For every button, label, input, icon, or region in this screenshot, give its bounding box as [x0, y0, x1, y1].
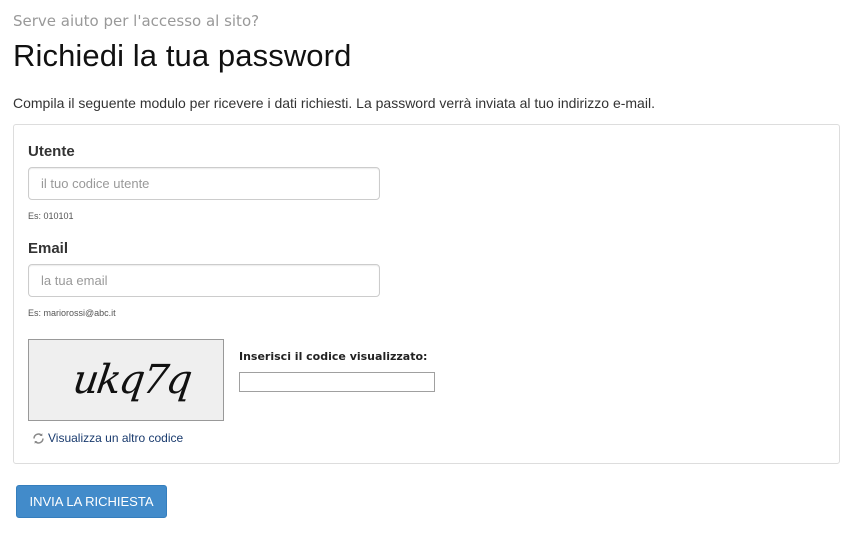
refresh-captcha-link[interactable]: Visualizza un altro codice: [32, 431, 183, 445]
page-title: Richiedi la tua password: [13, 38, 352, 73]
user-label: Utente: [28, 143, 75, 160]
password-request-page: Serve aiuto per l'accesso al sito? Richi…: [0, 0, 850, 560]
refresh-icon: [32, 432, 45, 445]
captcha-image: ukq7q: [28, 339, 224, 421]
help-title: Serve aiuto per l'accesso al sito?: [13, 12, 260, 30]
submit-request-button[interactable]: INVIA LA RICHIESTA: [16, 485, 167, 518]
email-hint: Es: mariorossi@abc.it: [28, 308, 116, 318]
email-label: Email: [28, 240, 69, 257]
user-code-input[interactable]: [28, 167, 380, 200]
captcha-image-graphic: ukq7q: [70, 357, 193, 403]
intro-text: Compila il seguente modulo per ricevere …: [13, 95, 655, 111]
captcha-image-text: ukq7q: [70, 357, 193, 403]
refresh-captcha-label: Visualizza un altro codice: [48, 431, 184, 445]
user-hint: Es: 010101: [28, 211, 74, 221]
email-input[interactable]: [28, 264, 380, 297]
captcha-input[interactable]: [239, 372, 435, 392]
captcha-label: Inserisci il codice visualizzato:: [239, 350, 428, 363]
